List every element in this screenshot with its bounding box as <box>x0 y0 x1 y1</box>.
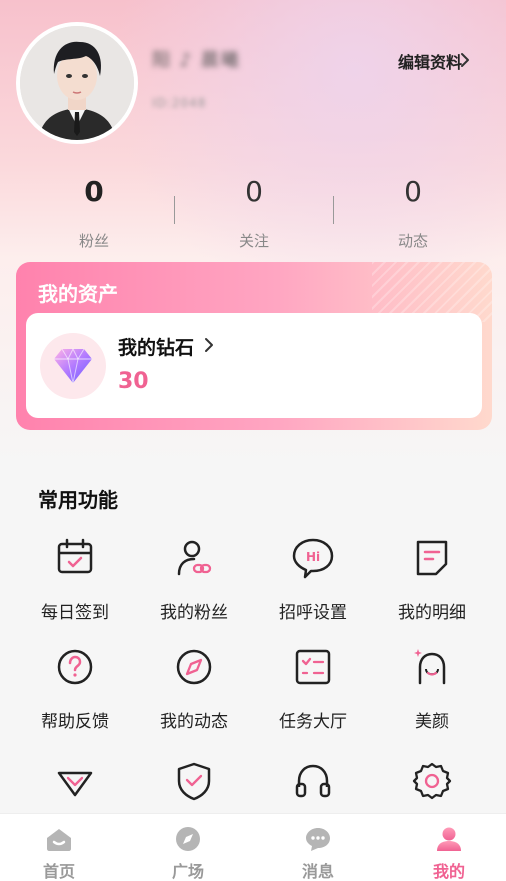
profile-icon <box>437 827 461 851</box>
tab-messages[interactable]: 消息 <box>278 826 358 881</box>
stat-following-label: 关注 <box>238 232 269 250</box>
user-link-icon <box>177 540 212 576</box>
headset-icon <box>295 764 331 798</box>
tab-square[interactable]: 广场 <box>148 826 228 881</box>
func-help-feedback[interactable]: 帮助反馈 <box>15 645 135 732</box>
stat-fans[interactable]: 0 粉丝 <box>34 174 154 251</box>
diamond-outline-icon <box>57 771 93 797</box>
avatar[interactable] <box>16 22 138 144</box>
func-my-fans[interactable]: 我的粉丝 <box>134 536 254 623</box>
stat-divider <box>174 196 175 224</box>
compass-icon <box>176 827 200 851</box>
func-label: 帮助反馈 <box>41 712 109 732</box>
diamond-count: 30 <box>118 369 149 394</box>
func-greeting-settings[interactable]: Hi 招呼设置 <box>253 536 373 623</box>
user-id: ID:2048 <box>152 96 207 110</box>
functions-title: 常用功能 <box>38 488 118 512</box>
func-label: 每日签到 <box>41 603 109 623</box>
stat-divider <box>333 196 334 224</box>
tab-mine[interactable]: 我的 <box>409 826 489 881</box>
stat-posts-value: 0 <box>404 175 422 208</box>
stat-fans-value: 0 <box>84 175 104 208</box>
face-beauty-icon <box>414 649 446 685</box>
nickname: 阳 ♪ 晨曦 <box>152 50 241 71</box>
tab-label: 首页 <box>42 862 75 881</box>
edit-profile-button[interactable]: 编辑资料 <box>398 49 462 73</box>
func-daily-checkin[interactable]: 每日签到 <box>15 536 135 623</box>
func-my-details[interactable]: 我的明细 <box>372 536 492 623</box>
assets-card: 我的资产 我的钻石 30 <box>16 262 492 430</box>
tab-label: 消息 <box>301 862 334 881</box>
edit-profile-label: 编辑资料 <box>397 53 462 72</box>
tab-home[interactable]: 首页 <box>19 826 99 881</box>
calendar-check-icon <box>57 538 93 574</box>
func-my-posts[interactable]: 我的动态 <box>134 645 254 732</box>
chevron-right-icon <box>205 338 213 352</box>
chevron-right-icon <box>461 53 469 67</box>
avatar-portrait-icon <box>20 26 134 140</box>
func-task-hall[interactable]: 任务大厅 <box>253 645 373 732</box>
assets-title: 我的资产 <box>38 282 118 306</box>
func-beauty[interactable]: 美颜 <box>372 645 492 732</box>
stat-following[interactable]: 0 关注 <box>194 174 314 251</box>
gear-icon <box>412 762 452 800</box>
func-label: 我的明细 <box>398 603 466 623</box>
tab-label: 我的 <box>432 862 465 881</box>
stat-posts-label: 动态 <box>397 232 428 250</box>
func-label: 我的粉丝 <box>160 603 228 623</box>
home-icon <box>47 829 71 851</box>
stat-fans-label: 粉丝 <box>78 232 109 250</box>
help-icon <box>57 649 93 685</box>
stats-row: 0 粉丝 0 关注 0 动态 <box>0 174 506 254</box>
document-icon <box>416 540 448 576</box>
diamond-badge <box>40 333 106 399</box>
tab-label: 广场 <box>171 862 204 881</box>
shield-check-icon <box>177 762 211 801</box>
compass-icon <box>176 649 212 685</box>
chat-icon <box>306 828 330 851</box>
func-label: 美颜 <box>415 712 449 732</box>
stat-following-value: 0 <box>245 175 263 208</box>
diamond-label: 我的钻石 <box>118 337 195 359</box>
bottom-tab-bar: 首页 广场 消息 我的 <box>0 813 506 881</box>
func-label: 任务大厅 <box>279 712 347 732</box>
hi-bubble-icon: Hi <box>292 538 334 579</box>
diamond-icon <box>54 347 92 384</box>
stat-posts[interactable]: 0 动态 <box>353 174 473 251</box>
func-label: 我的动态 <box>160 712 228 732</box>
svg-text:Hi: Hi <box>306 550 320 564</box>
diamond-card[interactable]: 我的钻石 30 <box>26 313 482 418</box>
func-label: 招呼设置 <box>279 603 347 623</box>
checklist-icon <box>295 649 331 685</box>
